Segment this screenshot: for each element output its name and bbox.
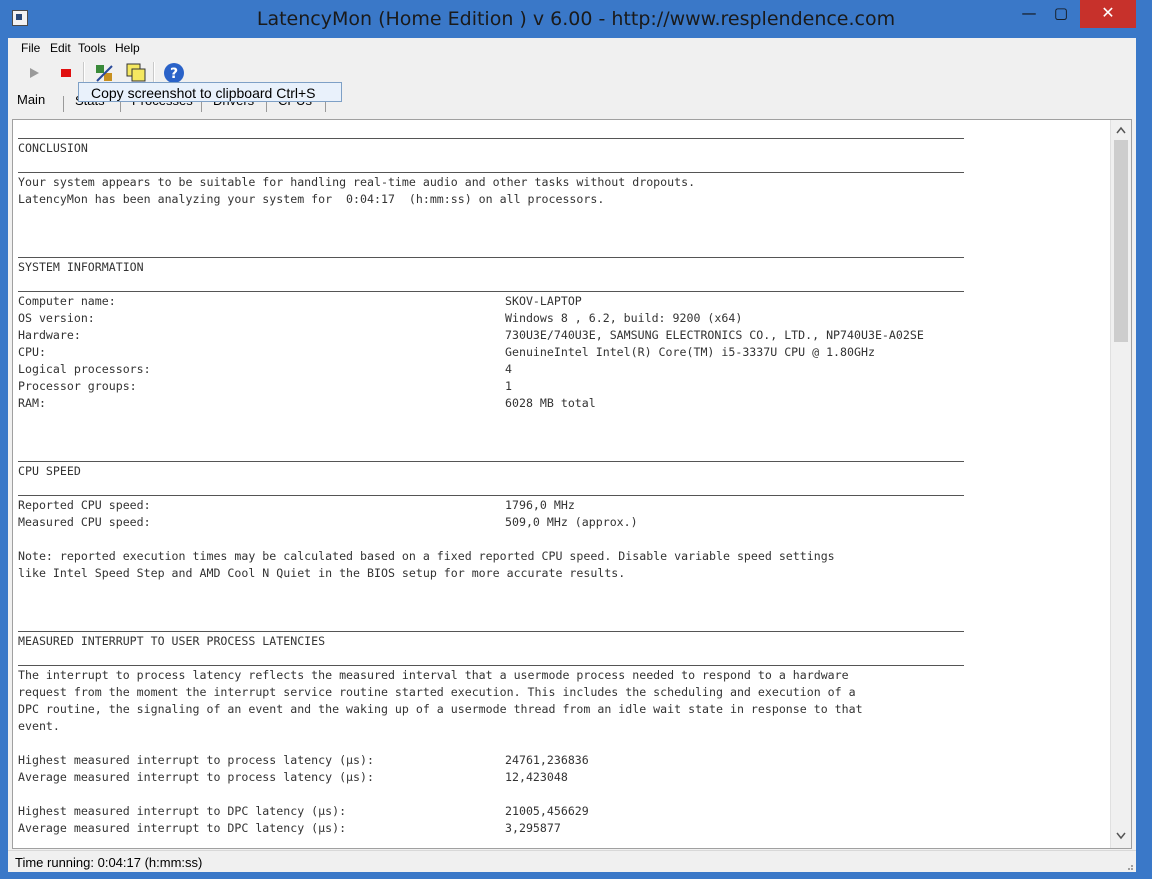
title-bar[interactable]: LatencyMon (Home Edition ) v 6.00 - http…: [0, 0, 1152, 38]
sysinfo-label: Computer name:: [18, 294, 116, 308]
divider: [18, 495, 964, 496]
divider: [18, 631, 964, 632]
toolbar-separator: [153, 62, 155, 84]
divider: [18, 461, 964, 462]
divider: [18, 172, 964, 173]
cpuspeed-label: Measured CPU speed:: [18, 515, 151, 529]
conclusion-line2: LatencyMon has been analyzing your syste…: [18, 192, 605, 206]
report-text: CONCLUSION Your system appears to be sui…: [18, 120, 1110, 848]
sysinfo-value: 4: [505, 362, 512, 376]
interrupt-label: Highest measured interrupt to process la…: [18, 753, 374, 767]
interrupt-desc: The interrupt to process latency reflect…: [18, 668, 849, 682]
maximize-button[interactable]: ▢: [1046, 0, 1076, 28]
sysinfo-label: RAM:: [18, 396, 46, 410]
play-icon[interactable]: [22, 61, 46, 85]
menu-file[interactable]: File: [21, 41, 40, 55]
menu-help[interactable]: Help: [115, 41, 140, 55]
toolbar-separator: [83, 62, 85, 84]
interrupt-desc: request from the moment the interrupt se…: [18, 685, 856, 699]
interrupt-value: 3,295877: [505, 821, 561, 835]
sysinfo-value: 6028 MB total: [505, 396, 596, 410]
cpuspeed-label: Reported CPU speed:: [18, 498, 151, 512]
divider: [18, 257, 964, 258]
cpuspeed-note: like Intel Speed Step and AMD Cool N Qui…: [18, 566, 626, 580]
close-button[interactable]: ✕: [1080, 0, 1136, 28]
interrupt-label: Highest measured interrupt to DPC latenc…: [18, 804, 347, 818]
sysinfo-value: Windows 8 , 6.2, build: 9200 (x64): [505, 311, 743, 325]
sysinfo-value: 730U3E/740U3E, SAMSUNG ELECTRONICS CO., …: [505, 328, 924, 342]
client-area: File Edit Tools Help ? Copy screenshot t…: [8, 38, 1136, 872]
conclusion-line1: Your system appears to be suitable for h…: [18, 175, 696, 189]
tooltip: Copy screenshot to clipboard Ctrl+S: [78, 82, 342, 102]
resize-grip-icon[interactable]: [1124, 861, 1134, 871]
sysinfo-heading: SYSTEM INFORMATION: [18, 260, 144, 274]
vertical-scrollbar[interactable]: [1110, 120, 1131, 848]
status-bar: Time running: 0:04:17 (h:mm:ss): [8, 850, 1136, 873]
interrupt-value: 12,423048: [505, 770, 568, 784]
scroll-up-arrow[interactable]: [1111, 122, 1131, 140]
app-window: LatencyMon (Home Edition ) v 6.00 - http…: [0, 0, 1152, 879]
menu-bar: File Edit Tools Help: [8, 38, 1136, 58]
divider: [18, 291, 964, 292]
interrupt-desc: event.: [18, 719, 60, 733]
divider: [18, 138, 964, 139]
sysinfo-value: SKOV-LAPTOP: [505, 294, 582, 308]
sysinfo-label: OS version:: [18, 311, 95, 325]
cpuspeed-value: 1796,0 MHz: [505, 498, 575, 512]
cpuspeed-value: 509,0 MHz (approx.): [505, 515, 638, 529]
divider: [18, 665, 964, 666]
interrupt-heading: MEASURED INTERRUPT TO USER PROCESS LATEN…: [18, 634, 326, 648]
menu-tools[interactable]: Tools: [78, 41, 106, 55]
stop-icon[interactable]: [54, 61, 78, 85]
tab-main[interactable]: Main: [17, 92, 45, 107]
status-text: Time running: 0:04:17 (h:mm:ss): [15, 855, 203, 870]
sysinfo-label: Logical processors:: [18, 362, 151, 376]
scroll-thumb[interactable]: [1114, 140, 1128, 342]
interrupt-label: Average measured interrupt to process la…: [18, 770, 374, 784]
report-panel[interactable]: CONCLUSION Your system appears to be sui…: [12, 119, 1132, 849]
conclusion-heading: CONCLUSION: [18, 141, 88, 155]
scroll-down-arrow[interactable]: [1111, 828, 1131, 846]
svg-text:?: ?: [170, 66, 178, 82]
sysinfo-value: 1: [505, 379, 512, 393]
sysinfo-label: Processor groups:: [18, 379, 137, 393]
interrupt-value: 21005,456629: [505, 804, 589, 818]
interrupt-value: 24761,236836: [505, 753, 589, 767]
cpuspeed-heading: CPU SPEED: [18, 464, 81, 478]
sysinfo-label: CPU:: [18, 345, 46, 359]
sysinfo-value: GenuineIntel Intel(R) Core(TM) i5-3337U …: [505, 345, 875, 359]
interrupt-desc: DPC routine, the signaling of an event a…: [18, 702, 863, 716]
tab-separator: [63, 96, 64, 112]
sysinfo-label: Hardware:: [18, 328, 81, 342]
window-title: LatencyMon (Home Edition ) v 6.00 - http…: [256, 8, 896, 30]
interrupt-label: Average measured interrupt to DPC latenc…: [18, 821, 347, 835]
menu-edit[interactable]: Edit: [50, 41, 71, 55]
minimize-button[interactable]: —: [1014, 0, 1044, 28]
cpuspeed-note: Note: reported execution times may be ca…: [18, 549, 835, 563]
